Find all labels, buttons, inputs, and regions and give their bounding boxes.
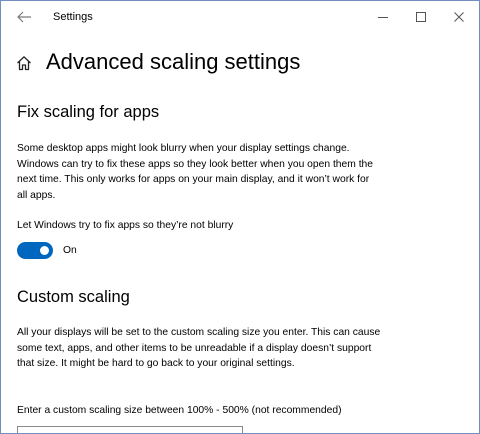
back-button[interactable]: [15, 9, 33, 25]
maximize-button[interactable]: [411, 7, 431, 27]
close-icon: [454, 12, 464, 22]
minimize-button[interactable]: [373, 7, 393, 27]
arrow-left-icon: [17, 11, 31, 23]
toggle-state-label: On: [63, 245, 77, 256]
custom-scaling-description: All your displays will be set to the cus…: [17, 327, 381, 370]
fix-scaling-description: Some desktop apps might look blurry when…: [17, 143, 374, 201]
title-bar: Settings: [1, 1, 479, 33]
settings-window: Settings Advanced scaling settings Fix s…: [0, 0, 480, 434]
custom-scaling-input-label: Enter a custom scaling size between 100%…: [17, 405, 342, 416]
fix-apps-toggle[interactable]: [17, 242, 53, 259]
custom-scaling-input[interactable]: [17, 426, 243, 433]
fix-scaling-heading: Fix scaling for apps: [17, 103, 160, 121]
window-title: Settings: [53, 11, 93, 23]
home-icon[interactable]: [15, 54, 33, 72]
fix-apps-toggle-label: Let Windows try to fix apps so they’re n…: [17, 220, 234, 231]
close-button[interactable]: [449, 7, 469, 27]
custom-scaling-heading: Custom scaling: [17, 288, 130, 306]
toggle-knob: [40, 246, 49, 255]
page-title: Advanced scaling settings: [46, 49, 301, 74]
maximize-icon: [416, 12, 426, 22]
minimize-icon: [378, 17, 388, 18]
